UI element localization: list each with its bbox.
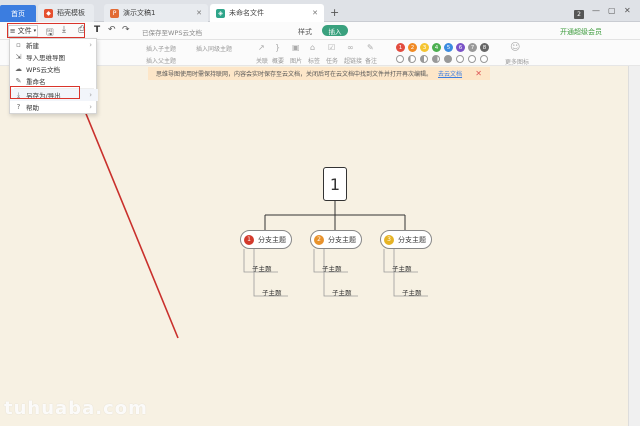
branch-topic[interactable]: 1 分支主题 bbox=[240, 230, 292, 249]
menu-item-label: 导入思维导图 bbox=[26, 54, 65, 62]
branch-label: 分支主题 bbox=[258, 235, 286, 244]
branch-label: 分支主题 bbox=[328, 235, 356, 244]
menu-item-label: 重命名 bbox=[26, 78, 46, 86]
branch-topic[interactable]: 3 分支主题 bbox=[380, 230, 432, 249]
sub-topic[interactable]: 子主题 bbox=[262, 287, 282, 297]
chevron-right-icon: › bbox=[89, 103, 92, 111]
menu-item-import[interactable]: ⇲ 导入思维导图 bbox=[10, 51, 98, 63]
annotation-arrow bbox=[81, 103, 179, 339]
menu-item-new[interactable]: ▫ 新建 › bbox=[10, 39, 98, 51]
highlight-box-save-as bbox=[10, 86, 80, 99]
number-badge: 1 bbox=[244, 234, 254, 245]
new-file-icon: ▫ bbox=[16, 41, 21, 49]
sub-topic[interactable]: 子主题 bbox=[322, 263, 342, 273]
chevron-right-icon: › bbox=[89, 41, 92, 49]
menu-item-label: WPS云文档 bbox=[26, 66, 60, 74]
sub-topic[interactable]: 子主题 bbox=[402, 287, 422, 297]
rename-icon: ✎ bbox=[15, 77, 22, 85]
menu-item-help[interactable]: ? 帮助 › bbox=[10, 101, 98, 113]
cloud-icon: ☁ bbox=[15, 65, 22, 73]
sub-topic[interactable]: 子主题 bbox=[392, 263, 412, 273]
import-icon: ⇲ bbox=[15, 53, 22, 61]
menu-item-cloud[interactable]: ☁ WPS云文档 bbox=[10, 63, 98, 75]
help-icon: ? bbox=[16, 103, 21, 111]
menu-item-label: 新建 bbox=[26, 42, 39, 50]
chevron-right-icon: › bbox=[89, 91, 92, 99]
number-badge: 2 bbox=[314, 234, 324, 245]
root-topic[interactable]: 1 bbox=[323, 167, 347, 201]
watermark: tuhuaba.com bbox=[4, 398, 148, 419]
sub-topic[interactable]: 子主题 bbox=[332, 287, 352, 297]
file-dropdown-menu: ▫ 新建 › ⇲ 导入思维导图 ☁ WPS云文档 ✎ 重命名 ⤓ 另存为/导出 … bbox=[9, 38, 98, 114]
number-badge: 3 bbox=[384, 234, 394, 245]
menu-item-label: 帮助 bbox=[26, 104, 39, 112]
highlight-box-toolbar bbox=[7, 23, 85, 38]
branch-label: 分支主题 bbox=[398, 235, 426, 244]
sub-topic[interactable]: 子主题 bbox=[252, 263, 272, 273]
branch-topic[interactable]: 2 分支主题 bbox=[310, 230, 362, 249]
